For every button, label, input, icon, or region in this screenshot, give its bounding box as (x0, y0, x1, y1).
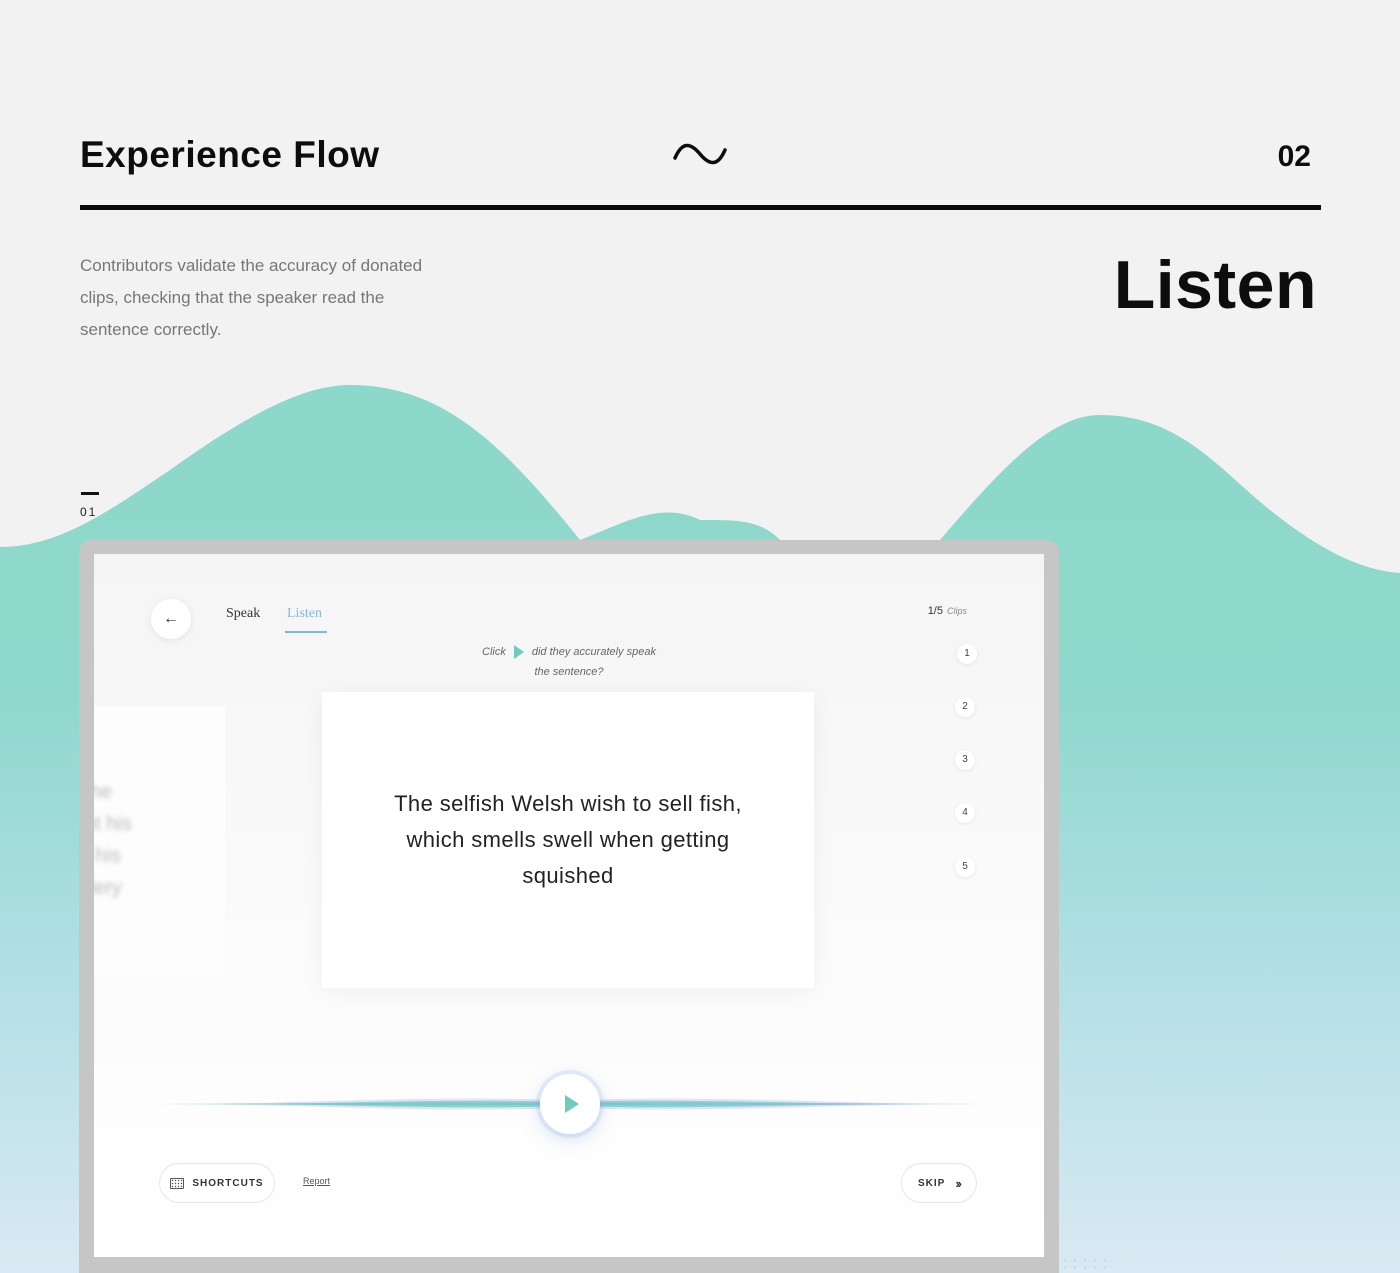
skip-button[interactable]: SKIP ›› (901, 1163, 977, 1203)
header-divider (80, 205, 1321, 210)
clip-progress: 1/5 Clips (928, 605, 967, 617)
play-icon (513, 645, 524, 660)
report-link[interactable]: Report (303, 1176, 330, 1186)
play-button[interactable] (540, 1074, 600, 1134)
clip-indicator-2[interactable]: 2 (955, 697, 975, 717)
clip-indicator-1[interactable]: 1 (957, 644, 977, 664)
previous-sentence-card: the pt his , his tlery (94, 706, 225, 972)
sentence-card: The selfish Welsh wish to sell fish, whi… (322, 692, 814, 988)
active-tab-indicator (285, 631, 327, 633)
clip-indicator-4[interactable]: 4 (955, 803, 975, 823)
back-button[interactable]: ← (151, 599, 191, 639)
tab-speak[interactable]: Speak (226, 606, 260, 622)
instruction-prefix: Click (482, 646, 506, 658)
step-label: 01 (80, 505, 98, 519)
tilde-wave-icon (673, 143, 727, 165)
shortcuts-button[interactable]: SHORTCUTS (159, 1163, 275, 1203)
listen-instruction: Click did they accurately speak the sente… (474, 642, 664, 682)
chevron-double-right-icon: ›› (955, 1175, 962, 1191)
arrow-left-icon: ← (163, 610, 179, 627)
play-icon (565, 1095, 579, 1113)
keyboard-icon (170, 1177, 185, 1189)
step-marker (81, 492, 99, 495)
app-screen: ← Speak Listen 1/5 Clips 1 2 3 4 5 Click d… (94, 554, 1044, 1257)
section-description: Contributors validate the accuracy of do… (80, 256, 423, 339)
instruction-suffix: did they accurately speak the sentence? (531, 646, 656, 678)
clip-indicator-5[interactable]: 5 (955, 857, 975, 877)
sentence-text: The selfish Welsh wish to sell fish, whi… (394, 791, 742, 888)
previous-sentence-text: the pt his , his tlery (94, 781, 132, 899)
device-frame: ← Speak Listen 1/5 Clips 1 2 3 4 5 Click d… (79, 540, 1059, 1273)
clip-progress-count: 1/5 (927, 605, 943, 617)
skip-label: SKIP (917, 1177, 946, 1189)
shortcuts-label: SHORTCUTS (192, 1177, 264, 1189)
clip-indicator-3[interactable]: 3 (955, 750, 975, 770)
tab-listen[interactable]: Listen (287, 606, 322, 622)
section-title: Listen (1113, 247, 1317, 323)
clip-progress-unit: Clips (946, 606, 967, 616)
page-number: 02 (1277, 140, 1311, 173)
page-title: Experience Flow (80, 134, 380, 175)
